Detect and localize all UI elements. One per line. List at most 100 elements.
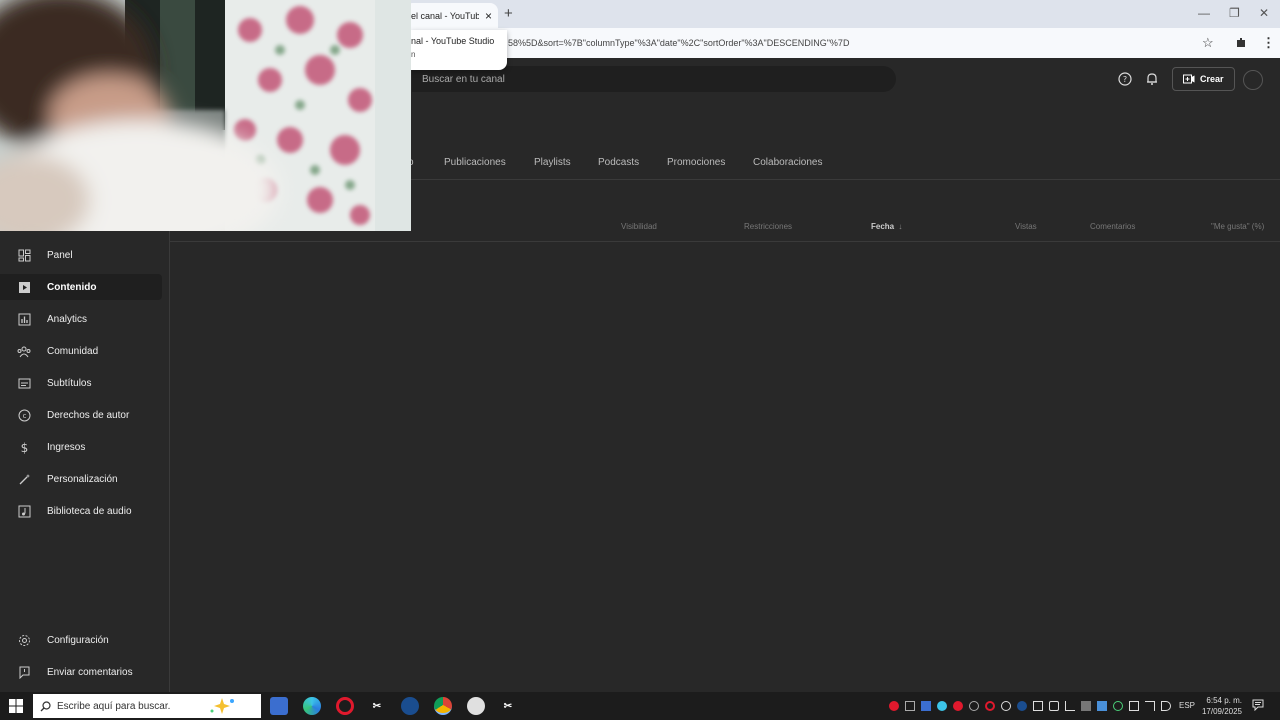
svg-text:?: ?	[1123, 75, 1127, 84]
dashboard-icon	[17, 248, 31, 262]
tray-app-icon[interactable]	[889, 701, 899, 711]
tray-app-icon[interactable]	[1033, 701, 1043, 711]
sidebar-item-subtitulos[interactable]: Subtítulos	[0, 370, 162, 396]
sidebar-item-biblioteca-de-audio[interactable]: Biblioteca de audio	[0, 498, 162, 524]
gear-icon	[17, 633, 31, 647]
window-close-icon[interactable]: ✕	[1259, 6, 1269, 20]
taskbar-search[interactable]	[33, 694, 261, 718]
network-icon[interactable]	[1145, 701, 1155, 711]
tab-playlists[interactable]: Playlists	[534, 157, 571, 168]
webcam-feed-image	[0, 0, 411, 231]
subtitles-icon	[17, 376, 31, 390]
star-icon[interactable]: ☆	[1202, 35, 1214, 51]
tooltip-title: nal - YouTube Studio	[411, 36, 495, 46]
speaker-icon[interactable]	[1161, 701, 1171, 711]
sidebar-item-label: Panel	[47, 249, 73, 261]
windows-taskbar: ✂ ✂ ESP 6:54 p. m. 17/09/2025	[0, 692, 1280, 720]
sidebar-item-label: Personalización	[47, 473, 118, 485]
tray-app-icon[interactable]	[1129, 701, 1139, 711]
tab-colaboraciones[interactable]: Colaboraciones	[753, 157, 823, 168]
column-fecha-label: Fecha	[871, 222, 895, 231]
tray-app-icon[interactable]	[1097, 701, 1107, 711]
capcut-active-icon[interactable]: ✂	[499, 697, 517, 715]
sidebar-item-label: Configuración	[47, 634, 109, 646]
sidebar-item-contenido[interactable]: Contenido	[0, 274, 162, 300]
widgets-app-icon[interactable]	[270, 697, 288, 715]
sidebar-item-label: Enviar comentarios	[47, 666, 133, 678]
column-vistas[interactable]: Vistas	[1015, 222, 1037, 231]
sidebar-item-configuracion[interactable]: Configuración	[0, 627, 162, 653]
minimize-icon[interactable]: —	[1198, 6, 1210, 20]
column-fecha[interactable]: Fecha ↓	[871, 222, 902, 231]
tray-app-icon[interactable]	[1113, 701, 1123, 711]
language-indicator[interactable]: ESP	[1179, 701, 1195, 710]
sidebar-item-comunidad[interactable]: Comunidad	[0, 338, 162, 364]
column-visibilidad[interactable]: Visibilidad	[621, 222, 657, 231]
community-icon	[17, 344, 31, 358]
video-plus-icon	[1183, 74, 1195, 84]
close-icon[interactable]: ×	[485, 9, 492, 23]
bell-icon[interactable]	[1145, 72, 1159, 86]
tab-title: el canal - YouTube Studio	[411, 10, 479, 21]
tab-podcasts[interactable]: Podcasts	[598, 157, 639, 168]
tooltip-subtitle: n	[411, 50, 416, 59]
opera-browser-icon[interactable]	[336, 697, 354, 715]
new-tab-icon[interactable]: +	[504, 5, 513, 22]
tray-app-icon[interactable]	[969, 701, 979, 711]
steam-icon[interactable]	[401, 697, 419, 715]
dollar-icon: $	[17, 440, 31, 454]
sidebar-item-analytics[interactable]: Analytics	[0, 306, 162, 332]
tray-app-icon[interactable]	[985, 701, 995, 711]
help-icon[interactable]: ?	[1118, 72, 1132, 86]
sidebar-item-label: Ingresos	[47, 441, 86, 453]
create-label: Crear	[1200, 74, 1224, 84]
sidebar-item-personalizacion[interactable]: Personalización	[0, 466, 162, 492]
url-text[interactable]: 58%5D&sort=%7B"columnType"%3A"date"%2C"s…	[508, 38, 849, 48]
sidebar-item-ingresos[interactable]: $ Ingresos	[0, 434, 162, 460]
sidebar-item-label: Derechos de autor	[47, 409, 130, 421]
tray-app-icon[interactable]	[921, 701, 931, 711]
create-button[interactable]: Crear	[1172, 67, 1235, 91]
notification-icon[interactable]	[1252, 699, 1264, 711]
taskbar-search-input[interactable]	[57, 700, 207, 712]
windows-start-icon[interactable]	[9, 699, 23, 713]
studio-sidebar: Panel Contenido Analytics Comunidad Subt…	[0, 231, 170, 692]
capcut-icon[interactable]: ✂	[368, 697, 386, 715]
chrome-browser-icon[interactable]	[434, 697, 452, 715]
tray-app-icon[interactable]	[1017, 701, 1027, 711]
edge-browser-icon[interactable]	[303, 697, 321, 715]
kebab-menu-icon[interactable]: ⋮	[1262, 35, 1275, 51]
sidebar-item-enviar-comentarios[interactable]: Enviar comentarios	[0, 659, 162, 685]
tray-app-icon[interactable]	[1081, 701, 1091, 711]
restore-icon[interactable]: ❐	[1229, 6, 1240, 20]
taskbar-clock[interactable]: 6:54 p. m. 17/09/2025	[1198, 695, 1242, 717]
tray-app-icon[interactable]	[953, 701, 963, 711]
search-input[interactable]	[422, 73, 896, 85]
tab-promociones[interactable]: Promociones	[667, 157, 725, 168]
extension-icon[interactable]	[1235, 37, 1247, 49]
feedback-icon	[17, 665, 31, 679]
obs-icon[interactable]	[467, 697, 485, 715]
svg-text:$: $	[20, 441, 28, 454]
browser-tab-youtube-studio[interactable]: el canal - YouTube Studio ×	[405, 3, 498, 28]
tab-publicaciones[interactable]: Publicaciones	[444, 157, 506, 168]
webcam-overlay	[0, 0, 411, 231]
column-restricciones[interactable]: Restricciones	[744, 222, 792, 231]
sidebar-item-label: Comunidad	[47, 345, 99, 357]
column-comentarios[interactable]: Comentarios	[1090, 222, 1135, 231]
tray-app-icon[interactable]	[1001, 701, 1011, 711]
tray-app-icon[interactable]	[937, 701, 947, 711]
tray-app-icon[interactable]	[905, 701, 915, 711]
avatar[interactable]	[1243, 70, 1263, 90]
tray-app-icon[interactable]	[1049, 701, 1059, 711]
tray-app-icon[interactable]	[1065, 701, 1075, 711]
sidebar-item-derechos-de-autor[interactable]: c Derechos de autor	[0, 402, 162, 428]
tab-hover-card: nal - YouTube Studio n	[411, 30, 507, 70]
sidebar-item-label: Biblioteca de audio	[47, 505, 132, 517]
content-icon	[17, 280, 31, 294]
analytics-icon	[17, 312, 31, 326]
column-me-gusta[interactable]: "Me gusta" (%)	[1211, 222, 1264, 231]
magic-wand-icon	[17, 472, 31, 486]
sidebar-item-panel[interactable]: Panel	[0, 242, 162, 268]
clock-date: 17/09/2025	[1201, 707, 1242, 716]
